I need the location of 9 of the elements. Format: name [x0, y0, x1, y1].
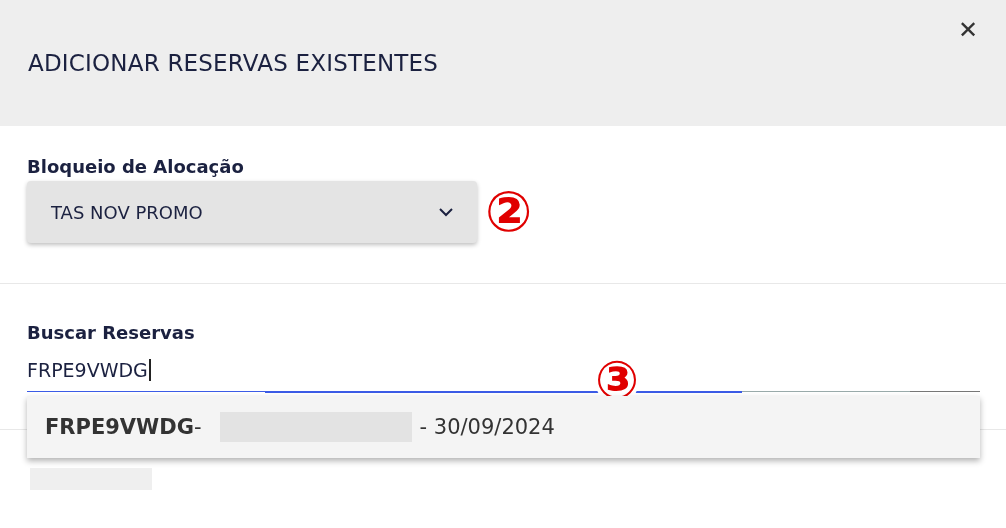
chevron-down-icon	[439, 207, 453, 217]
field-label: Buscar Reservas	[27, 322, 195, 343]
dialog-title: ADICIONAR RESERVAS EXISTENTES	[28, 50, 439, 76]
close-button[interactable]: ✕	[951, 14, 984, 46]
search-field[interactable]: FRPE9VWDG	[27, 349, 587, 391]
suggestion-item[interactable]: FRPE9VWDG- - 30/09/2024	[27, 396, 980, 458]
step-marker: ②	[485, 182, 533, 242]
allocation-select[interactable]: TAS NOV PROMO	[27, 181, 477, 243]
field-label: Bloqueio de Alocação	[27, 156, 244, 177]
